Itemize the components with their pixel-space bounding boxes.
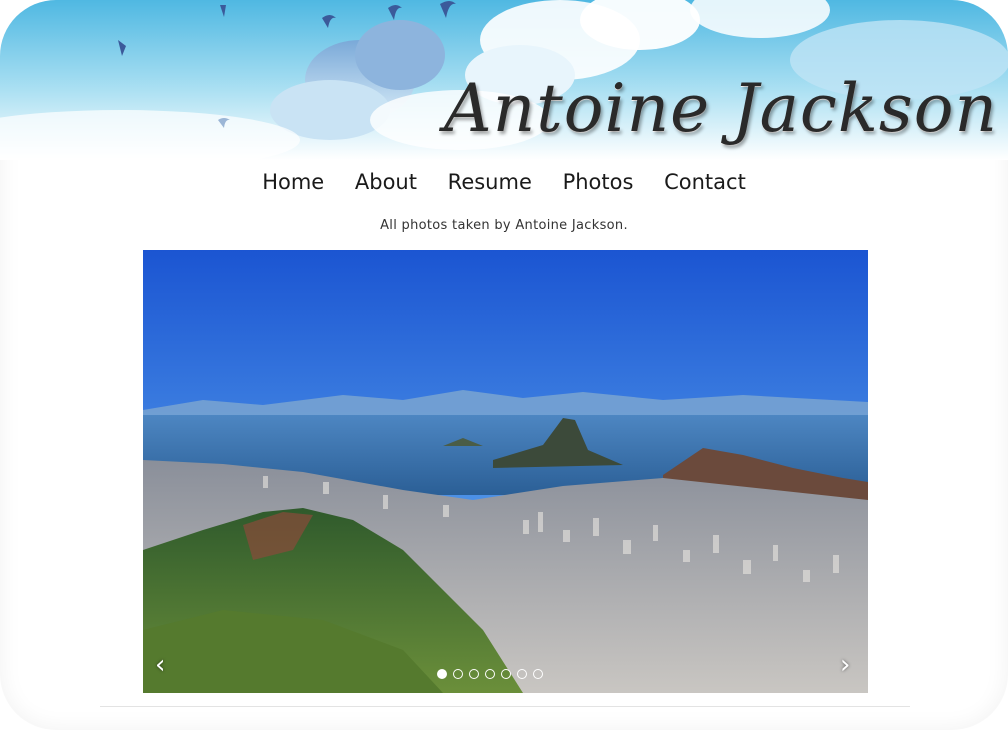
slide-dot-5[interactable] [501,669,511,679]
slide-dot-1[interactable] [437,669,447,679]
nav-contact-link[interactable]: Contact [664,170,746,194]
photo-caption: All photos taken by Antoine Jackson. [380,218,628,233]
nav-resume-link[interactable]: Resume [448,170,532,194]
nav-home-link[interactable]: Home [262,170,324,194]
slideshow-pagination [437,664,549,679]
slide-dot-7[interactable] [533,669,543,679]
site-title: Antoine Jackson [444,70,998,147]
nav-photos-link[interactable]: Photos [563,170,634,194]
slideshow-prev-arrow-icon[interactable]: ‹ [155,652,165,678]
slideshow-next-arrow-icon[interactable]: › [840,652,850,678]
slide-photo [143,250,868,693]
photo-slideshow[interactable] [143,250,868,693]
slide-dot-6[interactable] [517,669,527,679]
nav-about-link[interactable]: About [355,170,417,194]
slide-dot-3[interactable] [469,669,479,679]
footer-divider [100,706,910,707]
slide-dot-4[interactable] [485,669,495,679]
slide-dot-2[interactable] [453,669,463,679]
page-frame: Antoine Jackson Home About Resume Photos… [0,0,1008,730]
main-nav: Home About Resume Photos Contact [0,170,1008,194]
header-banner: Antoine Jackson [0,0,1008,160]
